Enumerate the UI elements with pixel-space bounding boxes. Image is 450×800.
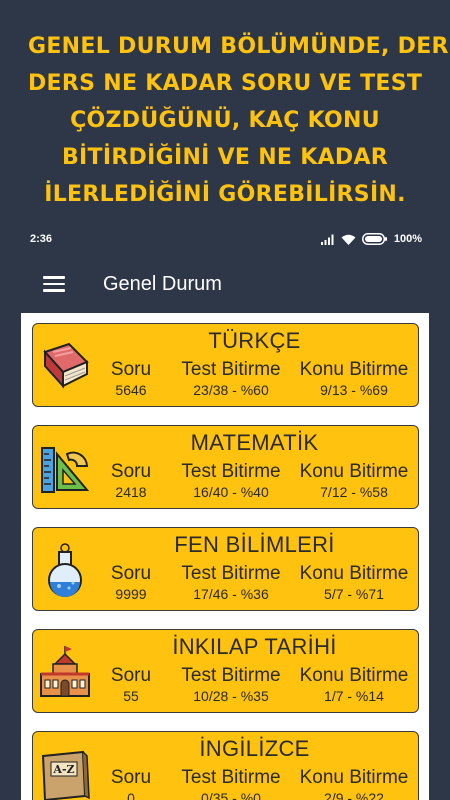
book-icon (43, 342, 89, 389)
soru-label: Soru (110, 767, 152, 788)
ruler-protractor-icon (41, 447, 90, 493)
page-title: Genel Durum (103, 272, 222, 295)
promo-line: GENEL DURUM BÖLÜMÜNDE, DERS (28, 34, 450, 59)
status-time: 2:36 (30, 233, 53, 245)
subject-card-inkilap[interactable]: İNKILAP TARİHİ Soru 55 Test Bitirme 10/28 … (32, 629, 419, 713)
soru-value: 2418 (115, 484, 147, 500)
test-value: 17/46 - %36 (193, 586, 269, 602)
konu-value: 9/13 - %69 (320, 382, 388, 398)
konu-value: 7/12 - %58 (320, 484, 388, 500)
battery-icon (361, 233, 387, 245)
status-bar: 2:36 100% (0, 226, 450, 252)
subject-card-turkce[interactable]: TÜRKÇE Soru 5646 Test Bitirme 23/38 - %60 … (32, 323, 419, 407)
subject-name: FEN BİLİMLERİ (174, 532, 335, 557)
subject-card-ingilizce[interactable]: A-Z İNGİLİZCE Soru 0 Test Bitirme 0/35 - %… (32, 731, 419, 800)
soru-label: Soru (110, 563, 152, 584)
soru-label: Soru (110, 665, 152, 686)
hamburger-menu-icon[interactable] (43, 276, 65, 292)
test-value: 10/28 - %35 (193, 688, 269, 704)
soru-label: Soru (110, 461, 152, 482)
battery-percent: 100% (393, 233, 422, 245)
konu-value: 1/7 - %14 (324, 688, 384, 704)
promo-line: ÇÖZDÜĞÜNÜ, KAÇ KONU (70, 108, 380, 133)
historic-building-icon (40, 646, 90, 697)
soru-label: Soru (110, 359, 152, 380)
subject-name: İNKILAP TARİHİ (172, 634, 337, 659)
test-label: Test Bitirme (181, 563, 281, 584)
konu-value: 2/9 - %22 (324, 790, 384, 800)
soru-value: 5646 (115, 382, 147, 398)
subject-card-matematik[interactable]: MATEMATİK Soru 2418 Test Bitirme 16/40 - %… (32, 425, 419, 509)
subject-name: İNGİLİZCE (199, 736, 310, 761)
subject-name: MATEMATİK (190, 430, 319, 455)
test-value: 23/38 - %60 (193, 382, 269, 398)
soru-value: 0 (127, 790, 135, 800)
test-label: Test Bitirme (181, 767, 281, 788)
test-label: Test Bitirme (181, 359, 281, 380)
konu-label: Konu Bitirme (299, 767, 409, 788)
konu-label: Konu Bitirme (299, 461, 409, 482)
subject-card-fen[interactable]: FEN BİLİMLERİ Soru 9999 Test Bitirme 17/46… (32, 527, 419, 611)
konu-value: 5/7 - %71 (324, 586, 384, 602)
test-label: Test Bitirme (181, 461, 281, 482)
svg-text:A-Z: A-Z (52, 763, 74, 776)
signal-icon (320, 234, 334, 245)
dictionary-az-icon: A-Z (41, 750, 90, 800)
subject-list[interactable]: TÜRKÇE Soru 5646 Test Bitirme 23/38 - %60 … (21, 313, 429, 800)
test-value: 0/35 - %0 (201, 790, 261, 800)
subject-name: TÜRKÇE (208, 328, 301, 353)
konu-label: Konu Bitirme (299, 665, 409, 686)
promo-line: İLERLEDİĞİNİ GÖREBİLİRSİN. (44, 182, 406, 207)
soru-value: 55 (123, 688, 139, 704)
promo-caption: GENEL DURUM BÖLÜMÜNDE, DERS DERS NE KADA… (0, 28, 450, 213)
konu-label: Konu Bitirme (299, 359, 409, 380)
soru-value: 9999 (115, 586, 147, 602)
test-label: Test Bitirme (181, 665, 281, 686)
app-bar: Genel Durum (0, 256, 450, 312)
promo-line: DERS NE KADAR SORU VE TEST (28, 71, 423, 96)
promo-line: BİTİRDİĞİNİ VE NE KADAR (61, 145, 389, 170)
konu-label: Konu Bitirme (299, 563, 409, 584)
wifi-icon (341, 234, 356, 245)
flask-icon (48, 543, 82, 597)
test-value: 16/40 - %40 (193, 484, 269, 500)
